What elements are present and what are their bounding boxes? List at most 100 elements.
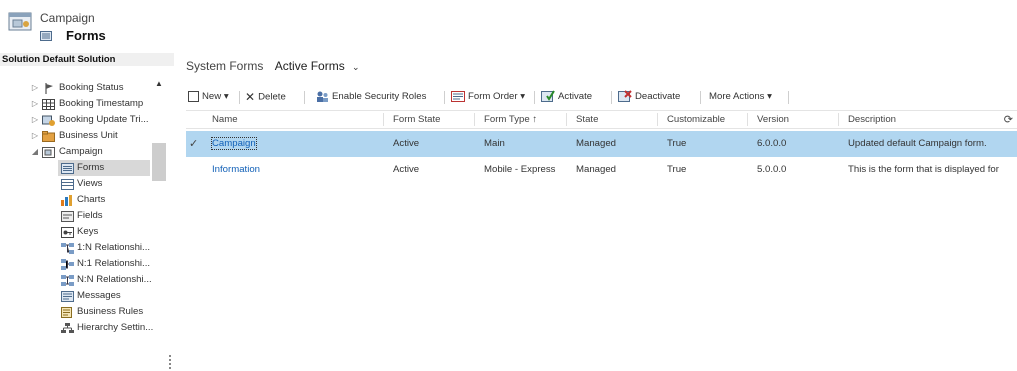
sidebar-item-label: Forms (77, 162, 105, 173)
entity-name: Campaign (40, 11, 95, 25)
sidebar-item-label: Business Unit (59, 130, 118, 141)
column-divider[interactable] (566, 113, 567, 126)
key-icon (61, 227, 74, 238)
chevron-down-icon[interactable]: ⌄ (352, 62, 360, 72)
activate-icon (541, 90, 555, 103)
cell-form-state: Active (393, 164, 420, 175)
page-header: Campaign Forms (0, 0, 1017, 52)
sidebar-title: Solution Default Solution (0, 53, 174, 66)
cell-description: This is the form that is displayed for (848, 164, 999, 175)
current-view-label[interactable]: Active Forms (275, 59, 345, 73)
sidebar-item-forms[interactable]: Forms (58, 160, 150, 176)
cell-form-type: Mobile - Express (484, 164, 556, 175)
sidebar-item-label: Campaign (59, 146, 103, 157)
column-header-state[interactable]: State (576, 111, 598, 128)
view-selector[interactable]: System Forms Active Forms ⌄ (186, 59, 360, 73)
rule-icon (61, 307, 72, 318)
relationship-icon (61, 259, 74, 270)
enable-security-roles-button[interactable]: Enable Security Roles (316, 89, 426, 105)
dropdown-icon[interactable]: ▾ (520, 91, 525, 102)
sidebar-item-label: Keys (77, 226, 99, 237)
new-button[interactable]: New ▾ (188, 89, 229, 105)
cell-description: Updated default Campaign form. (848, 138, 987, 149)
column-header-version[interactable]: Version (757, 111, 789, 128)
toolbar-separator (534, 91, 535, 104)
main-content: System Forms Active Forms ⌄ New ▾ ✕ Delet… (176, 53, 1017, 339)
form-order-button[interactable]: Form Order ▾ (451, 89, 525, 105)
delete-label: Delete (258, 91, 286, 103)
refresh-icon[interactable]: ⟳ (1004, 113, 1013, 126)
cell-state: Managed (576, 138, 617, 149)
view-icon (61, 179, 74, 190)
delete-button[interactable]: ✕ Delete (245, 89, 286, 105)
form-order-label: Form Order (468, 91, 518, 102)
folder-icon (42, 131, 55, 142)
solution-sidebar: Solution Default Solution ▲ ▷ Booking St… (0, 53, 174, 371)
hierarchy-icon (61, 323, 74, 333)
toolbar-separator (239, 91, 240, 104)
column-divider[interactable] (747, 113, 748, 126)
deactivate-icon (618, 90, 632, 103)
column-header-form-type[interactable]: Form Type ↑ (484, 111, 537, 128)
dropdown-icon[interactable]: ▾ (767, 91, 772, 102)
grid-icon (42, 99, 55, 110)
sidebar-item-label: Fields (77, 210, 103, 221)
column-divider[interactable] (838, 113, 839, 126)
column-header-description[interactable]: Description (848, 111, 896, 128)
toolbar-separator (611, 91, 612, 104)
splitter-grip[interactable] (169, 355, 171, 371)
sidebar-item-label: Charts (77, 194, 106, 205)
field-icon (61, 211, 74, 222)
more-actions-button[interactable]: More Actions ▾ (709, 89, 772, 105)
column-header-customizable[interactable]: Customizable (667, 111, 725, 128)
cell-form-type: Main (484, 138, 505, 149)
sidebar-scrollbar[interactable] (152, 75, 166, 339)
flag-icon (45, 83, 53, 94)
activate-button[interactable]: Activate (541, 89, 592, 105)
expand-icon[interactable]: ▷ (30, 96, 40, 112)
table-row[interactable]: Information Active Mobile - Express Mana… (186, 157, 1017, 183)
sort-ascending-icon: ↑ (532, 114, 538, 125)
expand-icon[interactable]: ▷ (30, 80, 40, 96)
column-divider[interactable] (657, 113, 658, 126)
campaign-icon (42, 147, 55, 158)
cell-version: 6.0.0.0 (757, 138, 787, 149)
column-header-label: Form Type (484, 114, 530, 125)
row-check-icon[interactable]: ✓ (189, 131, 198, 157)
cell-form-state: Active (393, 138, 420, 149)
toolbar-separator (700, 91, 701, 104)
form-name-link[interactable]: Campaign (211, 137, 257, 150)
cell-customizable: True (667, 138, 687, 149)
column-header-form-state[interactable]: Form State (393, 111, 440, 128)
more-actions-label: More Actions (709, 91, 765, 102)
sidebar-item-label: Booking Timestamp (59, 98, 144, 109)
delete-icon: ✕ (245, 90, 256, 104)
dropdown-icon[interactable]: ▾ (224, 91, 229, 102)
expand-icon[interactable]: ▷ (30, 112, 40, 128)
cell-version: 5.0.0.0 (757, 164, 787, 175)
relationship-icon (61, 275, 74, 286)
column-header-name[interactable]: Name (212, 111, 238, 128)
sidebar-item-label: Hierarchy Settin... (77, 322, 154, 333)
deactivate-button[interactable]: Deactivate (618, 89, 680, 105)
scroll-up-icon[interactable]: ▲ (155, 79, 163, 88)
toolbar-separator (304, 91, 305, 104)
toolbar-separator (444, 91, 445, 104)
expand-icon[interactable]: ▷ (30, 128, 40, 144)
sidebar-item-label: 1:N Relationshi... (77, 242, 151, 253)
collapse-icon[interactable]: ◢ (30, 144, 40, 160)
column-divider[interactable] (474, 113, 475, 126)
grid-header: Name Form State Form Type ↑ State Custom… (186, 110, 1017, 129)
forms-icon (40, 31, 52, 41)
column-divider[interactable] (383, 113, 384, 126)
form-name-link[interactable]: Information (212, 157, 260, 183)
table-row[interactable]: ✓ Campaign Active Main Managed True 6.0.… (186, 131, 1017, 157)
toolbar-separator (788, 91, 789, 104)
sidebar-item-label: N:1 Relationshi... (77, 258, 151, 269)
form-order-icon (451, 90, 465, 102)
sidebar-scroll-thumb[interactable] (152, 143, 166, 181)
activate-label: Activate (558, 91, 593, 102)
deactivate-label: Deactivate (635, 91, 681, 102)
sidebar-item-label: Business Rules (77, 306, 144, 317)
form-icon (61, 163, 74, 174)
